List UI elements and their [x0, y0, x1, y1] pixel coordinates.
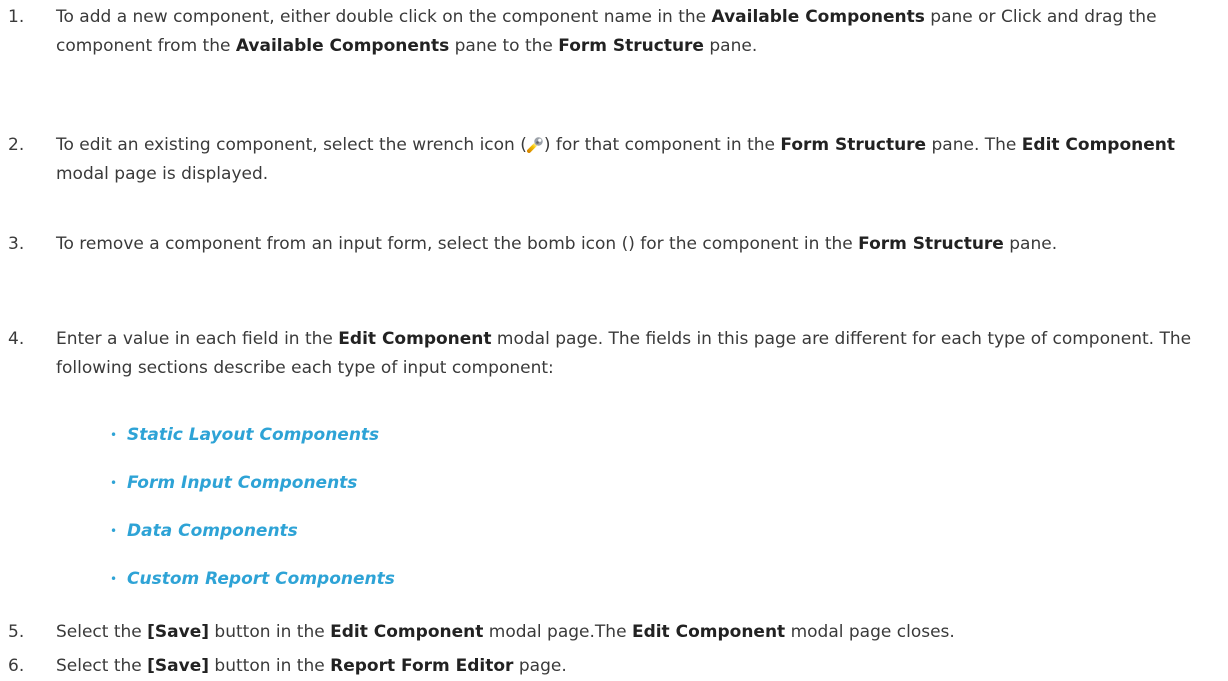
- step-number: 2.: [8, 135, 25, 155]
- link-static-layout-components[interactable]: Static Layout Components: [127, 421, 379, 450]
- step-4: 4. Enter a value in each field in the Ed…: [0, 325, 1222, 383]
- link-data-components[interactable]: Data Components: [127, 517, 298, 546]
- step-text: To edit an existing component, select th…: [56, 134, 1176, 184]
- step-text: To add a new component, either double cl…: [56, 7, 1157, 56]
- bullet-icon: •: [110, 428, 118, 442]
- edit-component-label: Edit Component: [330, 622, 484, 642]
- edit-component-label: Edit Component: [338, 329, 492, 349]
- form-structure-label: Form Structure: [558, 36, 704, 56]
- step-number: 4.: [8, 329, 25, 349]
- form-structure-label: Form Structure: [780, 135, 927, 155]
- step-number: 1.: [8, 7, 25, 27]
- edit-component-label: Edit Component: [631, 622, 786, 642]
- step-text: Select the [Save] button in the Edit Com…: [56, 622, 955, 642]
- bullet-icon: •: [110, 476, 118, 490]
- step-text: To remove a component from an input form…: [56, 234, 1058, 254]
- step-number: 3.: [8, 234, 25, 254]
- step-3: 3. To remove a component from an input f…: [0, 230, 1222, 259]
- edit-component-label: Edit Component: [1021, 135, 1176, 155]
- bullet-icon: •: [110, 524, 118, 538]
- link-custom-report-components[interactable]: Custom Report Components: [127, 565, 395, 594]
- step-text: Enter a value in each field in the Edit …: [56, 329, 1192, 378]
- step-1: 1. To add a new component, either double…: [0, 3, 1222, 61]
- step-5: 5. Select the [Save] button in the Edit …: [0, 618, 1222, 647]
- link-form-input-components[interactable]: Form Input Components: [127, 469, 357, 498]
- form-structure-label: Form Structure: [858, 234, 1004, 254]
- wrench-icon: [526, 134, 544, 153]
- step-2: 2. To edit an existing component, select…: [0, 131, 1222, 189]
- available-components-label: Available Components: [235, 36, 450, 56]
- available-components-label: Available Components: [711, 7, 925, 27]
- bullet-icon: •: [110, 572, 118, 586]
- step-number: 5.: [8, 622, 25, 642]
- save-button-label: [Save]: [147, 622, 210, 642]
- report-form-editor-label: Report Form Editor: [330, 656, 514, 676]
- save-button-label: [Save]: [147, 656, 210, 676]
